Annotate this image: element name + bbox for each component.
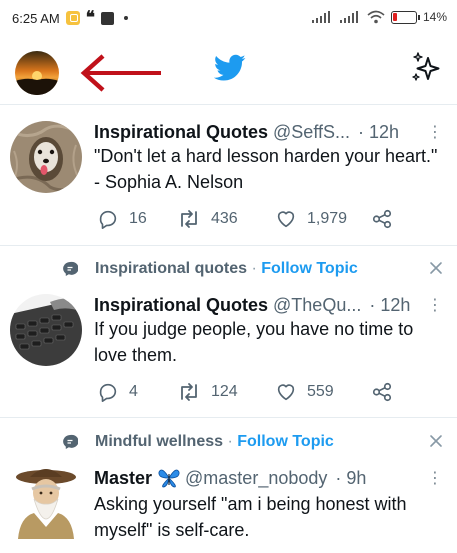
author-avatar[interactable] [10,294,82,366]
like-button[interactable]: 1,979 [275,208,371,230]
share-button[interactable] [371,208,393,230]
tweet-header: Inspirational Quotes @TheQu... · 12h [94,294,445,316]
retweet-button[interactable]: 436 [177,208,275,230]
author-handle[interactable]: @master_nobody [185,467,327,489]
old-master-avatar-image [16,469,76,539]
tweet-text: Asking yourself "am i being honest with … [94,494,407,540]
twitter-logo-icon[interactable] [214,54,246,82]
dismiss-topic-close-icon[interactable] [428,433,444,449]
author-avatar[interactable] [10,121,82,193]
like-count: 1,979 [307,210,348,227]
more-notifications-dot-icon [123,16,128,20]
reply-button[interactable]: 4 [97,381,177,403]
more-options-icon[interactable]: ⋮ [427,125,443,141]
tweet-text: If you judge people, you have no time to… [94,319,414,365]
more-options-icon[interactable]: ⋮ [427,298,443,314]
author-handle[interactable]: @TheQu... [273,294,361,316]
tweet-time: · 9h [335,468,367,488]
follow-topic-button[interactable]: Follow Topic [237,433,334,450]
share-icon [372,209,392,229]
tweet-header: Inspirational Quotes @SeffS... · 12h [94,121,445,143]
author-name[interactable]: Inspirational Quotes [94,294,268,316]
battery-icon [390,10,420,24]
topic-separator: · [223,433,238,450]
tweet-text: "Don't let a hard lesson harden your hea… [94,146,438,192]
like-button[interactable]: 559 [275,381,371,403]
red-arrow-annotation-icon [80,54,161,92]
more-options-icon[interactable]: ⋮ [427,471,443,487]
sparkle-icon[interactable] [409,50,443,84]
tweet-time: · 12h [369,295,411,315]
notification-app-icon [65,11,80,25]
topic-row: Mindful wellness · Follow Topic [0,429,457,455]
reply-count: 4 [129,383,138,400]
tweet-divider [0,245,457,246]
retweet-button[interactable]: 124 [177,381,275,403]
sunset-avatar-image [15,51,59,95]
retweet-count: 436 [211,210,238,227]
status-bar: 6:25 AM ❝ 14% [0,0,457,36]
status-time: 6:25 AM [12,10,60,26]
dog-in-tree-avatar-image [10,121,82,193]
tweet-time: · 12h [358,122,400,142]
tweet[interactable]: Inspirational Quotes @SeffS... · 12h ⋮ "… [0,105,457,245]
battery-percent: 14% [422,10,447,24]
share-button[interactable] [371,381,393,403]
reply-icon [99,383,117,402]
topic-name[interactable]: Inspirational quotes [95,260,247,277]
tweet-actions: 4 124 559 [97,380,397,404]
reply-icon [99,210,117,229]
signal-2-icon [339,11,358,23]
author-handle[interactable]: @SeffS... [273,121,350,143]
heart-icon [277,211,295,228]
topic-separator: · [247,260,262,277]
topic-name[interactable]: Mindful wellness [95,433,223,450]
topic-label: Mindful wellness · Follow Topic [95,432,334,452]
tweet[interactable]: Inspirational Quotes @TheQu... · 12h ⋮ I… [0,280,457,415]
signal-1-icon [311,11,330,23]
typewriter-avatar-image [10,294,82,366]
author-avatar[interactable] [10,467,82,539]
butterfly-emoji-icon [158,469,180,488]
retweet-icon [181,383,197,401]
dismiss-topic-close-icon[interactable] [428,260,444,276]
reply-count: 16 [129,210,147,227]
like-count: 559 [307,383,334,400]
topic-chat-bubble-icon [63,261,78,276]
wifi-icon [367,10,385,24]
tweet-divider [0,417,457,418]
quote-notification-icon: ❝ [85,7,95,28]
heart-icon [277,384,295,401]
status-indicators: 14% [311,10,447,24]
retweet-icon [181,210,197,228]
topic-label: Inspirational quotes · Follow Topic [95,259,358,279]
author-name[interactable]: Inspirational Quotes [94,121,268,143]
follow-topic-button[interactable]: Follow Topic [261,260,358,277]
topic-row: Inspirational quotes · Follow Topic [0,256,457,282]
tweet-header: Master @master_nobody · 9h [94,467,445,489]
profile-avatar-button[interactable] [15,51,59,95]
author-name[interactable]: Master [94,467,152,489]
notification-square-icon [100,11,114,25]
tweet-actions: 16 436 1,979 [97,207,397,231]
topic-chat-bubble-icon [63,434,78,449]
reply-button[interactable]: 16 [97,208,177,230]
share-icon [372,382,392,402]
top-app-bar [0,36,457,104]
tweet[interactable]: Master @master_nobody · 9h ⋮ Asking your… [0,453,457,553]
retweet-count: 124 [211,383,238,400]
